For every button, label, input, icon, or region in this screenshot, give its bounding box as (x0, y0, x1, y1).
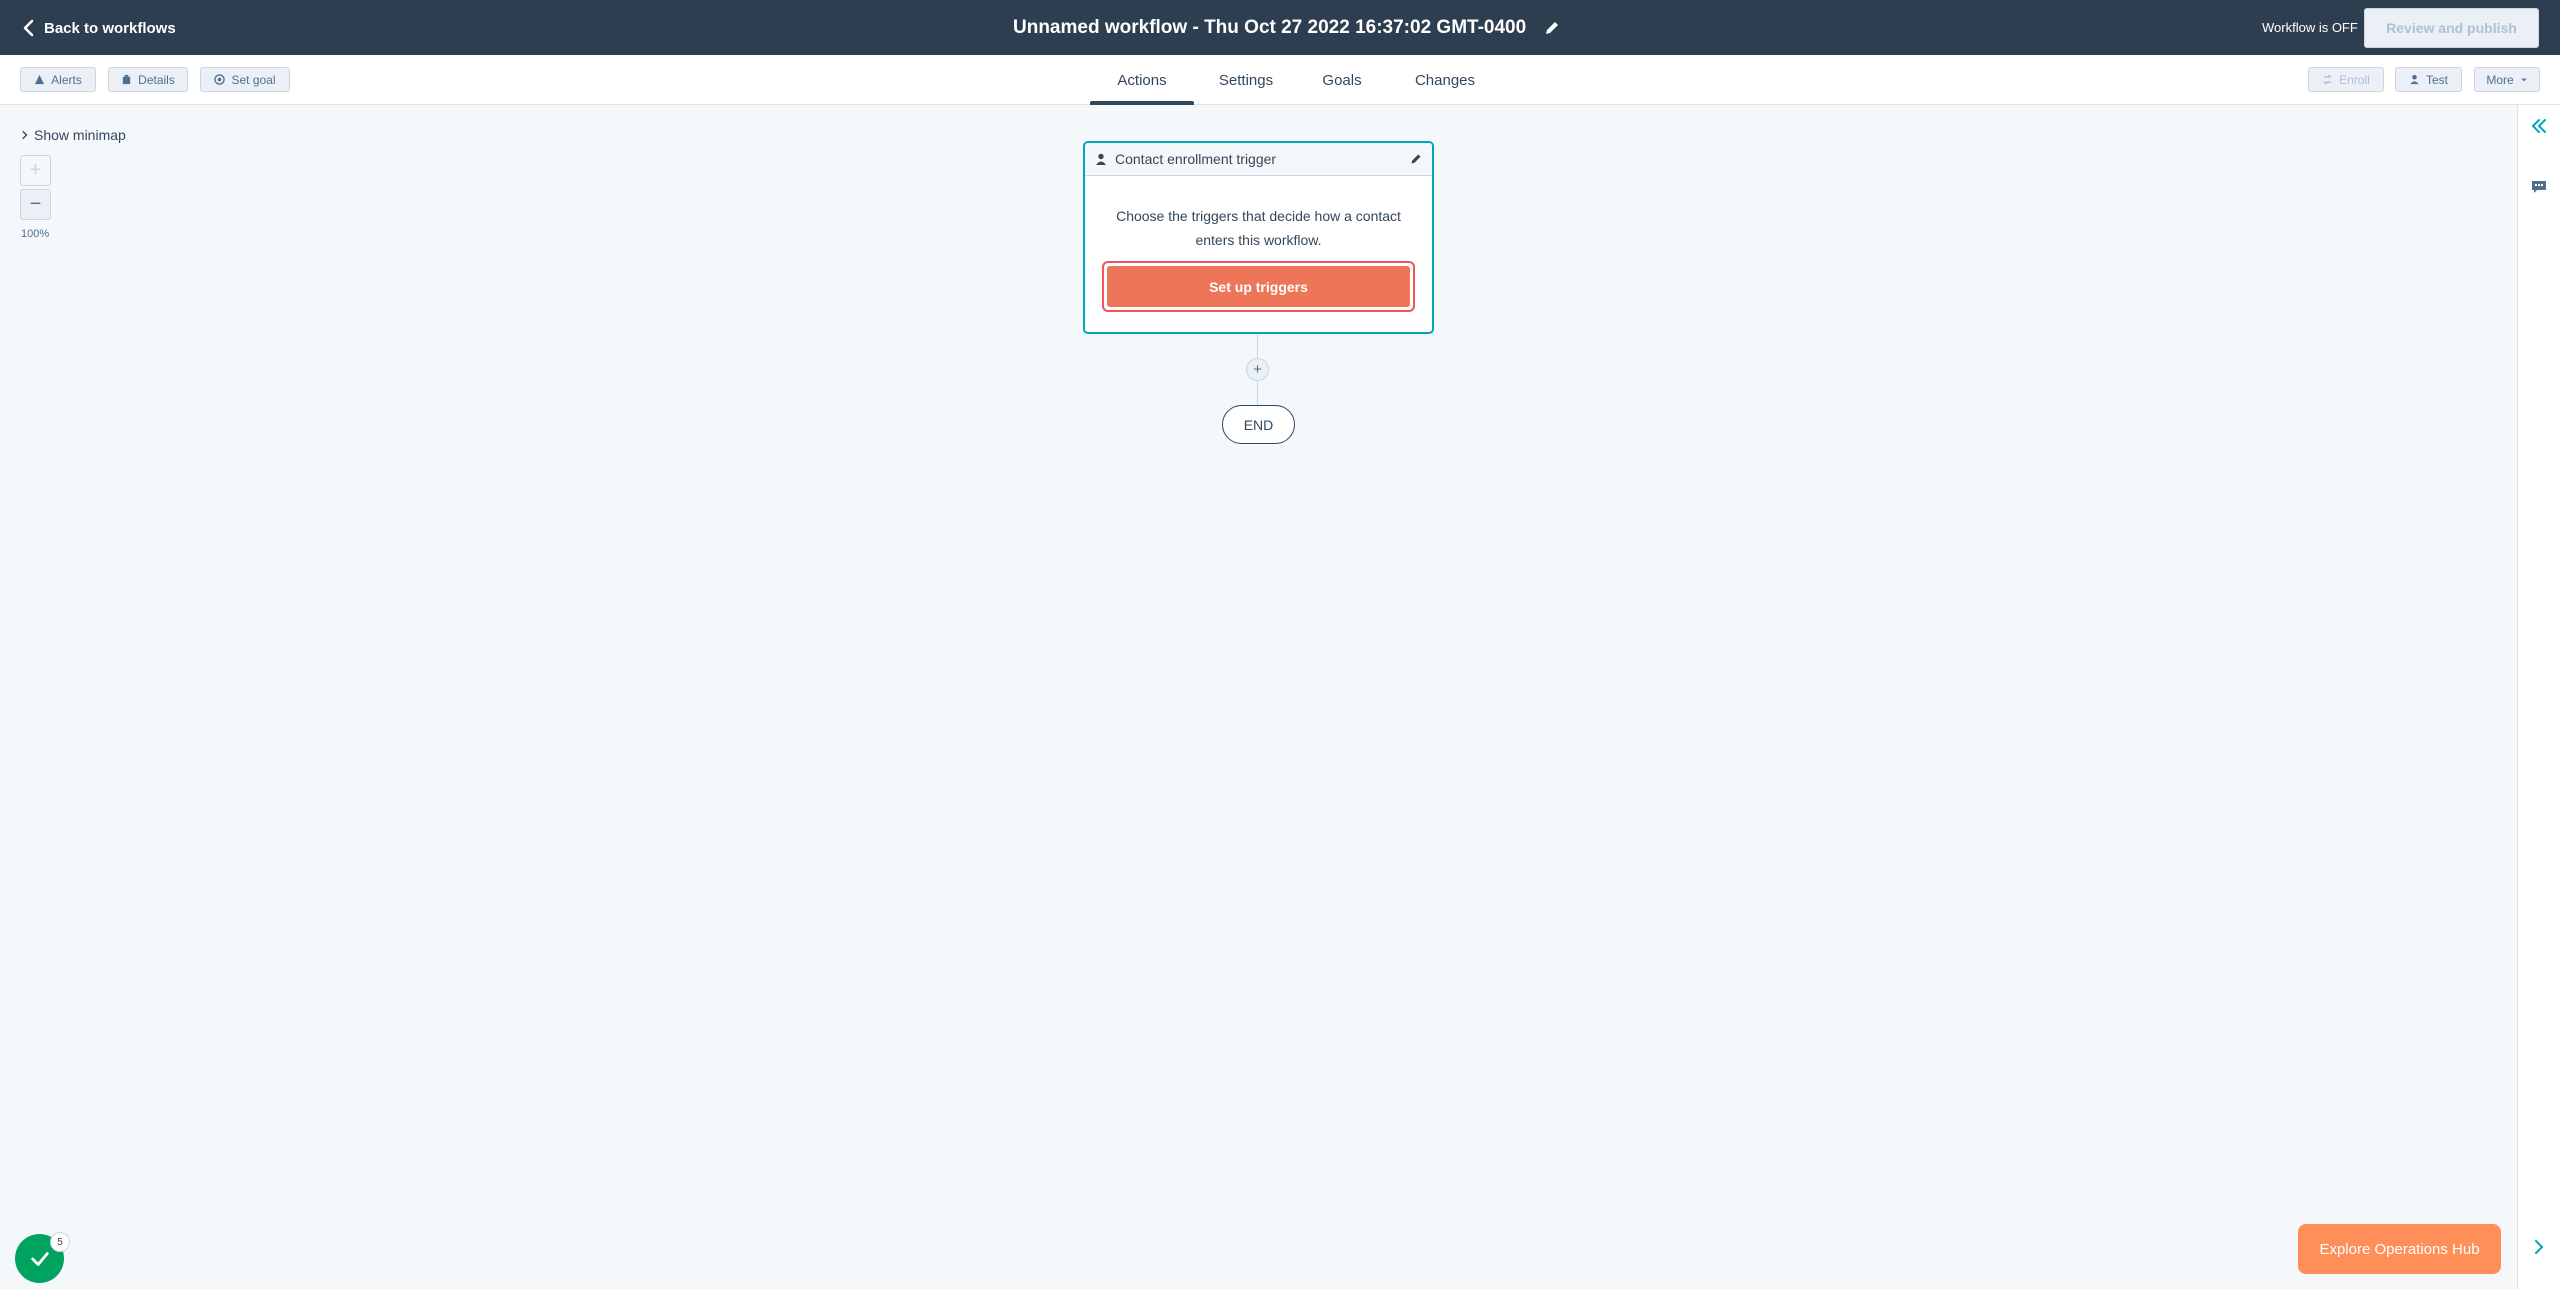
card-title: Contact enrollment trigger (1115, 151, 1277, 167)
person-icon (2410, 74, 2419, 85)
caret-down-icon (2521, 78, 2527, 81)
right-sidebar (2517, 105, 2560, 1289)
notification-badge: 5 (50, 1232, 70, 1252)
show-minimap-label: Show minimap (34, 127, 126, 143)
tab-settings[interactable]: Settings (1194, 55, 1298, 105)
details-button[interactable]: Details (108, 67, 188, 92)
chevron-left-icon (23, 19, 34, 37)
back-label: Back to workflows (44, 19, 176, 37)
enroll-label: Enroll (2339, 72, 2370, 87)
set-goal-label: Set goal (231, 72, 276, 87)
secondary-toolbar: Alerts Details Set goal Actions Settings… (0, 55, 2560, 105)
end-node: END (1222, 405, 1295, 444)
alerts-label: Alerts (51, 72, 82, 87)
more-label: More (2486, 72, 2514, 87)
review-and-publish-button[interactable]: Review and publish (2364, 8, 2539, 48)
set-goal-button[interactable]: Set goal (200, 67, 290, 92)
more-dropdown[interactable]: More (2474, 67, 2540, 92)
target-icon (214, 74, 226, 85)
show-minimap-toggle[interactable]: Show minimap (22, 127, 126, 143)
card-header: Contact enrollment trigger (1085, 143, 1432, 176)
building-icon (122, 74, 131, 85)
set-up-triggers-focus-ring: Set up triggers (1102, 261, 1415, 312)
zoom-level: 100% (21, 228, 50, 240)
details-label: Details (138, 72, 175, 87)
add-action-button[interactable]: + (1246, 358, 1269, 381)
back-to-workflows-link[interactable]: Back to workflows (22, 16, 176, 40)
comment-icon[interactable] (2531, 179, 2547, 195)
tab-actions[interactable]: Actions (1090, 55, 1194, 105)
chevron-right-icon[interactable] (2532, 1238, 2546, 1256)
explore-operations-hub-button[interactable]: Explore Operations Hub (2298, 1224, 2501, 1274)
card-description: Choose the triggers that decide how a co… (1116, 208, 1401, 248)
workflow-title: Unnamed workflow - Thu Oct 27 2022 16:37… (1013, 15, 1560, 41)
workflow-tabs: Actions Settings Goals Changes (1090, 55, 1504, 105)
set-up-triggers-button[interactable]: Set up triggers (1107, 266, 1410, 307)
enrollment-trigger-card[interactable]: Contact enrollment trigger Choose the tr… (1083, 141, 1434, 334)
checkmark-icon (30, 1251, 49, 1266)
chevron-right-icon (22, 130, 28, 140)
top-header: Back to workflows Unnamed workflow - Thu… (0, 0, 2560, 55)
workflow-status: Workflow is OFF (2262, 20, 2358, 35)
double-chevron-left-icon[interactable] (2530, 117, 2548, 135)
tab-changes[interactable]: Changes (1386, 55, 1504, 105)
alerts-button[interactable]: Alerts (20, 67, 96, 92)
test-button[interactable]: Test (2395, 67, 2462, 92)
edit-pencil-icon[interactable] (1544, 20, 1560, 36)
connector-line (1257, 381, 1258, 405)
zoom-out-button[interactable]: − (20, 189, 51, 220)
connector-line (1257, 334, 1258, 358)
enroll-icon (2323, 74, 2333, 85)
edit-pencil-icon[interactable] (1410, 153, 1422, 165)
enroll-button[interactable]: Enroll (2308, 67, 2384, 92)
zoom-in-button[interactable]: + (20, 155, 51, 186)
test-label: Test (2425, 72, 2448, 87)
tab-goals[interactable]: Goals (1298, 55, 1386, 105)
warning-icon (35, 74, 45, 85)
workflow-title-text: Unnamed workflow - Thu Oct 27 2022 16:37… (1013, 17, 1527, 38)
contact-icon (1096, 153, 1106, 165)
